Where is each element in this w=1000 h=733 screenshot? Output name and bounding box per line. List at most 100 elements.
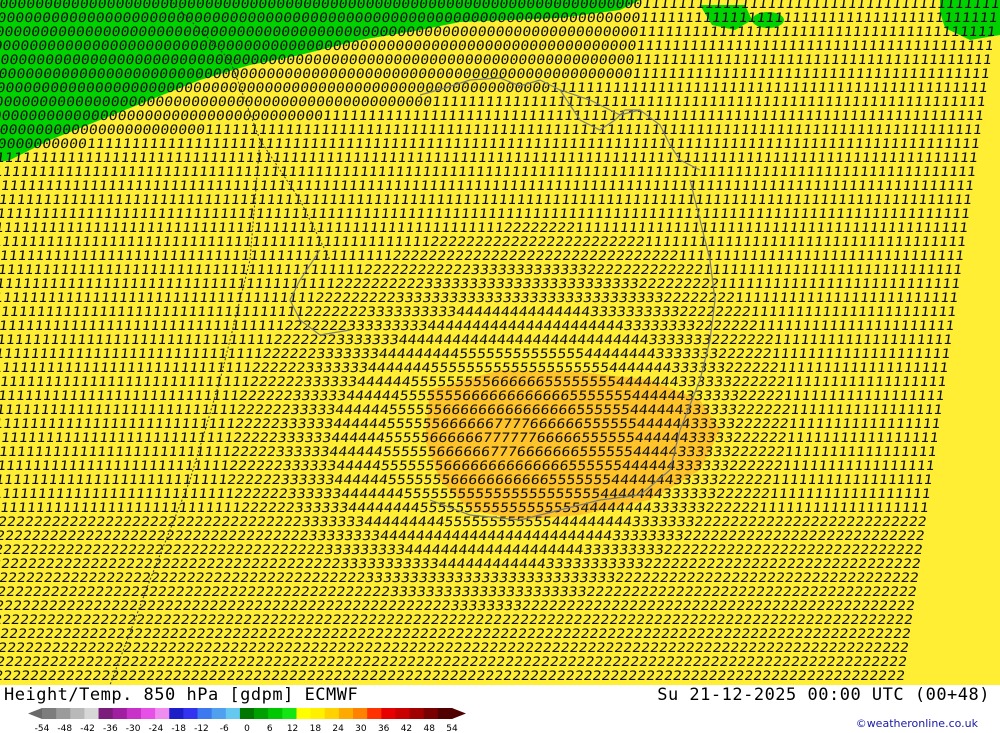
legend-tick-label: -12 [194,724,209,733]
digit-row: 1111111111111111111111111111111111111111… [0,235,967,250]
color-legend: -54 -48 -42 -36 -30 -24 -18 -12 -6 0 6 12 18 24 30 36 42… [28,708,466,733]
digit-row: 1111111111111111111111111111111111111111… [0,179,975,194]
digit-row: 2222222222222222222222222222222222222222… [0,585,918,600]
legend-tick-label: 12 [287,724,298,733]
digit-row: 1111111111111111111111111111111111122222… [0,347,951,362]
legend-swatch [282,708,297,719]
legend-swatch [56,708,71,719]
legend-tick-label: 42 [401,724,412,733]
digit-row: 1111111111111111111111111111111112222233… [0,445,937,460]
legend-tick-label: 48 [423,724,435,733]
digit-row: 0000000000000000000000000000000000000000… [0,53,993,68]
digit-row: 1111111111111111111111111111111111222222… [0,487,932,502]
legend-swatch [254,708,269,719]
digit-row: 0000000000000000000000000000000000000000… [0,11,998,26]
legend-swatch [70,708,85,719]
legend-swatch [84,708,100,719]
legend-swatch [112,708,128,719]
legend-swatch [211,708,227,719]
legend-swatch [197,708,213,719]
legend-swatch [381,708,396,719]
legend-swatch [155,708,170,719]
digit-row: 2222222222222222222222222222222222222222… [0,669,906,684]
legend-swatch [169,708,184,719]
digit-row: 1111111111111111111111111111111111111111… [0,207,971,222]
digit-row: 2222222222222222222222222222222222222222… [0,655,908,670]
digit-row: 1111111111111111111111111111111111111111… [0,291,959,306]
legend-tick-label: 36 [378,724,390,733]
legend-tick-label: -30 [126,724,141,733]
digit-row: 1111111111111111111111111111111111222222… [0,375,947,390]
digit-row: 2222222222222222222222222222222222222222… [0,599,916,614]
legend-tick-label: 54 [446,724,458,733]
legend-tick-label: -48 [57,724,72,733]
digit-row: 1111111111111111111111111111111112222233… [0,431,939,446]
site-credit[interactable]: ©weatheronline.co.uk [856,717,978,730]
legend-swatch [239,708,255,719]
digit-row: 1111111111111111111111111111111111111111… [0,151,979,166]
legend-tick-label: -42 [80,724,95,733]
legend-tick-label: 0 [244,724,250,733]
digit-row: 0000000000000000000000000000000000000000… [0,81,989,96]
legend-swatch [296,708,312,719]
digit-row: 0000000000000000000000000000000000000000… [0,95,987,110]
digit-row: 1111111111111111111111111111111111111222… [0,319,955,334]
legend-tick-label: -18 [171,724,186,733]
legend-tick-label: -24 [149,724,164,733]
digit-row: 1111111111111111111111111111111111111111… [0,165,977,180]
legend-arrow-left [28,708,42,719]
digit-row: 2222222222222222222222222222222222222222… [0,571,920,586]
legend-tick-label: -6 [220,724,229,733]
legend-swatch [42,708,57,719]
legend-swatch [324,708,340,719]
temperature-map: 0000000000000000000000000000000000000000… [0,0,1000,686]
digit-row: 1111111111111111111111111111111112222223… [0,473,934,488]
digit-row: 2222222222222222222222222222222222222222… [0,543,924,558]
digit-row: 1111111111111111111111111111111111111112… [0,305,957,320]
legend-swatch [437,708,453,719]
digit-row: 1111111111111111111111111111111111111111… [0,263,963,278]
digit-row: 0000000000001111111111111111111111111111… [0,137,981,152]
legend-swatch [310,708,326,719]
legend-swatch [353,708,368,719]
digit-row: 1111111111111111111111111111111111111111… [0,193,973,208]
digit-row: 0000000000000000000000000111111111111111… [0,123,983,138]
map-canvas: 0000000000000000000000000000000000000000… [0,0,1000,686]
digit-row: 2222222222222222222222222222222222222222… [0,627,912,642]
digit-row: 2222222222222222222222222222222222222222… [0,515,928,530]
temperature-digits: 0000000000000000000000000000000000000000… [0,0,1000,684]
digit-row: 1111111111111111111111111111111112222223… [0,459,935,474]
digit-row: 1111111111111111111111111111111111122222… [0,501,930,516]
digit-row: 2222222222222222222222222222222222222222… [0,529,926,544]
digit-row: 2222222222222222222222222222222222222222… [0,641,910,656]
legend-swatch [183,708,199,719]
digit-row: 0000000000000000000000000000000000000000… [0,39,995,54]
digit-row: 1111111111111111111111111111111112222223… [0,403,943,418]
legend-swatch [98,708,114,719]
digit-row: 1111111111111111111111111111111112222223… [0,389,945,404]
legend-swatch [225,708,241,719]
legend-swatch [140,708,156,719]
legend-swatch [268,708,283,719]
legend-swatch [409,708,425,719]
legend-tick-label: 18 [310,724,322,733]
digit-row: 1111111111111111111111111111111112222233… [0,417,941,432]
legend-tick-label: -54 [35,724,50,733]
legend-tick-label: -36 [103,724,118,733]
legend-tick-label: 24 [332,724,344,733]
legend-swatch [367,708,382,719]
digit-row: 1111111111111111111111111111111111111111… [0,249,965,264]
digit-row: 0000000000000000000000000000000000000011… [0,109,985,124]
digit-row: 0000000000000000000000000000000000000000… [0,25,996,40]
map-footer: Height/Temp. 850 hPa [gdpm] ECMWF Su 21-… [0,685,1000,733]
digit-row: 0000000000000000000000000000000000000000… [0,67,991,82]
legend-swatch [395,708,411,719]
legend-tick-label: 6 [267,724,273,733]
legend-swatch [423,708,439,719]
digit-row: 1111111111111111111111111111111111111111… [0,221,969,236]
legend-swatch [126,708,142,719]
digit-row: 1111111111111111111111111111111111222222… [0,361,949,376]
digit-row: 1111111111111111111111111111111111111111… [0,277,961,292]
digit-row: 2222222222222222222222222222222222222222… [0,557,922,572]
map-timestamp: Su 21-12-2025 00:00 UTC (00+48) [657,685,990,705]
